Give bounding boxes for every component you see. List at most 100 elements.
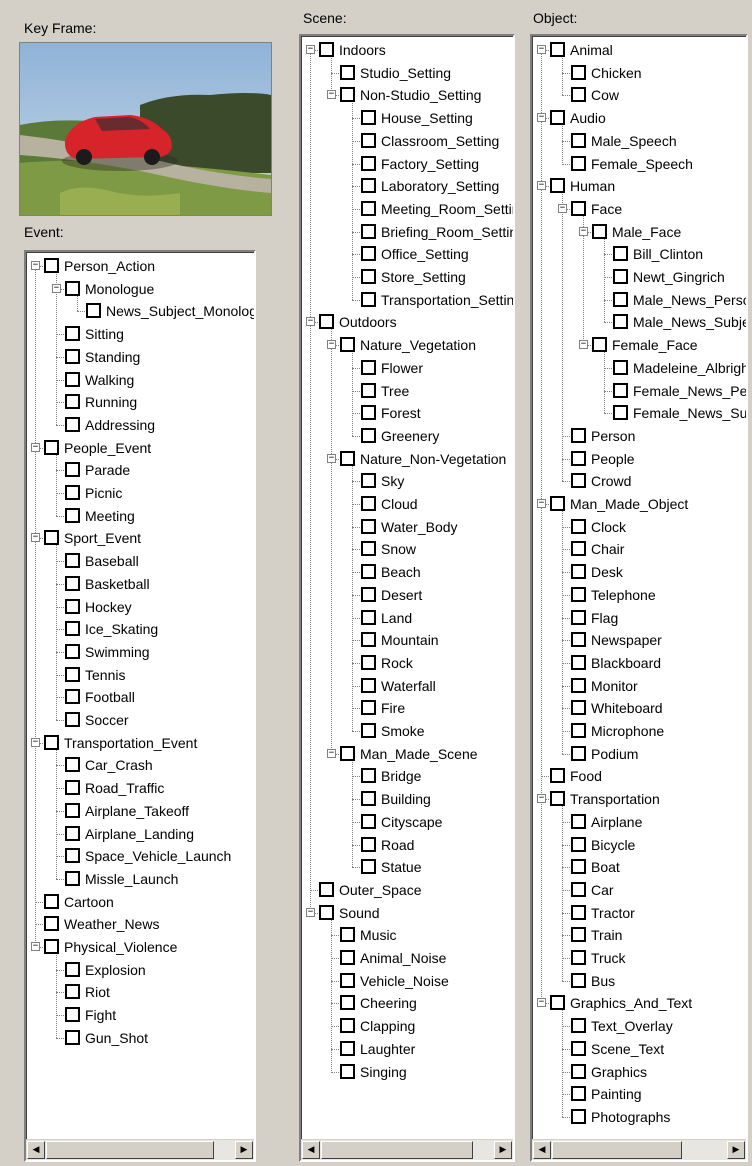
checkbox[interactable] xyxy=(65,416,80,432)
tree-node-flower[interactable]: Flower xyxy=(301,358,513,378)
tree-node-graphics[interactable]: Graphics xyxy=(532,1062,746,1082)
tree-node-male-news-subject[interactable]: Male_News_Subject xyxy=(532,312,746,332)
tree-node-female-news-subject[interactable]: Female_News_Subject xyxy=(532,403,746,423)
collapse-minus-icon[interactable]: − xyxy=(537,499,546,508)
checkbox[interactable] xyxy=(613,291,628,307)
checkbox[interactable] xyxy=(361,586,376,602)
tree-node-road[interactable]: Road xyxy=(301,835,513,855)
tree-node-cheering[interactable]: Cheering xyxy=(301,993,513,1013)
tree-node-tree[interactable]: Tree xyxy=(301,381,513,401)
tree-node-basketball[interactable]: Basketball xyxy=(26,574,254,594)
tree-node-flag[interactable]: Flag xyxy=(532,608,746,628)
scroll-thumb[interactable] xyxy=(46,1141,214,1159)
checkbox[interactable] xyxy=(571,1086,586,1102)
object-horizontal-scrollbar[interactable]: ◀ ▶ xyxy=(532,1139,746,1160)
tree-node-person-action[interactable]: − Person_Action xyxy=(26,256,254,276)
checkbox[interactable] xyxy=(44,734,59,750)
collapse-minus-icon[interactable]: − xyxy=(306,907,315,917)
tree-node-sitting[interactable]: Sitting xyxy=(26,324,254,344)
tree-node-fire[interactable]: Fire xyxy=(301,698,513,718)
tree-node-snow[interactable]: Snow xyxy=(301,539,513,559)
event-tree-panel[interactable]: − Person_Action − Monologue News_Subject_Mon… xyxy=(24,250,256,1162)
checkbox[interactable] xyxy=(571,859,586,875)
checkbox[interactable] xyxy=(571,723,586,738)
checkbox[interactable] xyxy=(319,42,334,57)
collapse-minus-icon[interactable]: − xyxy=(31,261,40,270)
checkbox[interactable] xyxy=(65,802,80,818)
checkbox[interactable] xyxy=(340,450,355,466)
tree-node-water-body[interactable]: Water_Body xyxy=(301,517,513,537)
collapse-minus-icon[interactable]: − xyxy=(327,340,336,350)
tree-node-nature-non-vegetation[interactable]: − Nature_Non-Vegetation xyxy=(301,449,513,469)
tree-node-graphics-and-text[interactable]: − Graphics_And_Text xyxy=(532,993,746,1013)
checkbox[interactable] xyxy=(361,427,376,443)
checkbox[interactable] xyxy=(571,200,586,216)
checkbox[interactable] xyxy=(550,42,565,57)
tree-node-chair[interactable]: Chair xyxy=(532,539,746,559)
tree-node-audio[interactable]: − Audio xyxy=(532,108,746,128)
tree-node-rock[interactable]: Rock xyxy=(301,653,513,673)
tree-node-weather-news[interactable]: Weather_News xyxy=(26,914,254,934)
tree-node-fight[interactable]: Fight xyxy=(26,1005,254,1025)
tree-node-animal-noise[interactable]: Animal_Noise xyxy=(301,948,513,968)
tree-node-desert[interactable]: Desert xyxy=(301,585,513,605)
tree-node-cartoon[interactable]: Cartoon xyxy=(26,892,254,912)
tree-node-cloud[interactable]: Cloud xyxy=(301,494,513,514)
checkbox[interactable] xyxy=(571,518,586,534)
tree-node-news-subject-monologue[interactable]: News_Subject_Monologue xyxy=(26,301,254,321)
collapse-minus-icon[interactable]: − xyxy=(31,533,40,543)
checkbox[interactable] xyxy=(65,666,80,682)
tree-node-female-face[interactable]: − Female_Face xyxy=(532,335,746,355)
collapse-minus-icon[interactable]: − xyxy=(306,45,315,54)
collapse-minus-icon[interactable]: − xyxy=(537,113,546,123)
checkbox[interactable] xyxy=(613,246,628,262)
checkbox[interactable] xyxy=(65,961,80,977)
scene-horizontal-scrollbar[interactable]: ◀ ▶ xyxy=(301,1139,513,1160)
checkbox[interactable] xyxy=(65,1029,80,1045)
checkbox[interactable] xyxy=(65,643,80,659)
checkbox[interactable] xyxy=(571,155,586,171)
tree-node-vehicle-noise[interactable]: Vehicle_Noise xyxy=(301,971,513,991)
checkbox[interactable] xyxy=(65,280,80,296)
checkbox[interactable] xyxy=(550,110,565,126)
checkbox[interactable] xyxy=(44,439,59,455)
tree-node-crowd[interactable]: Crowd xyxy=(532,471,746,491)
checkbox[interactable] xyxy=(613,405,628,421)
tree-node-road-traffic[interactable]: Road_Traffic xyxy=(26,778,254,798)
checkbox[interactable] xyxy=(319,314,334,330)
collapse-minus-icon[interactable]: − xyxy=(537,45,546,54)
tree-node-clock[interactable]: Clock xyxy=(532,517,746,537)
tree-node-sport-event[interactable]: − Sport_Event xyxy=(26,528,254,548)
checkbox[interactable] xyxy=(361,473,376,489)
checkbox[interactable] xyxy=(592,337,607,353)
checkbox[interactable] xyxy=(65,757,80,773)
checkbox[interactable] xyxy=(571,1018,586,1034)
checkbox[interactable] xyxy=(550,791,565,807)
checkbox[interactable] xyxy=(571,632,586,648)
tree-node-boat[interactable]: Boat xyxy=(532,857,746,877)
tree-node-indoors[interactable]: − Indoors xyxy=(301,40,513,60)
tree-node-bridge[interactable]: Bridge xyxy=(301,766,513,786)
collapse-minus-icon[interactable]: − xyxy=(537,794,546,804)
checkbox[interactable] xyxy=(571,564,586,580)
checkbox[interactable] xyxy=(65,326,80,342)
checkbox[interactable] xyxy=(340,64,355,80)
checkbox[interactable] xyxy=(65,394,80,410)
collapse-minus-icon[interactable]: − xyxy=(327,748,336,758)
checkbox[interactable] xyxy=(65,553,80,569)
checkbox[interactable] xyxy=(571,654,586,670)
collapse-minus-icon[interactable]: − xyxy=(537,181,546,191)
checkbox[interactable] xyxy=(44,530,59,546)
tree-node-microphone[interactable]: Microphone xyxy=(532,721,746,741)
checkbox[interactable] xyxy=(550,768,565,784)
tree-node-cityscape[interactable]: Cityscape xyxy=(301,812,513,832)
checkbox[interactable] xyxy=(65,598,80,614)
tree-node-music[interactable]: Music xyxy=(301,925,513,945)
collapse-minus-icon[interactable]: − xyxy=(31,737,40,747)
tree-node-bicycle[interactable]: Bicycle xyxy=(532,835,746,855)
tree-node-office-setting[interactable]: Office_Setting xyxy=(301,244,513,264)
tree-node-telephone[interactable]: Telephone xyxy=(532,585,746,605)
tree-node-meeting[interactable]: Meeting xyxy=(26,506,254,526)
checkbox[interactable] xyxy=(571,972,586,988)
tree-node-face[interactable]: − Face xyxy=(532,199,746,219)
